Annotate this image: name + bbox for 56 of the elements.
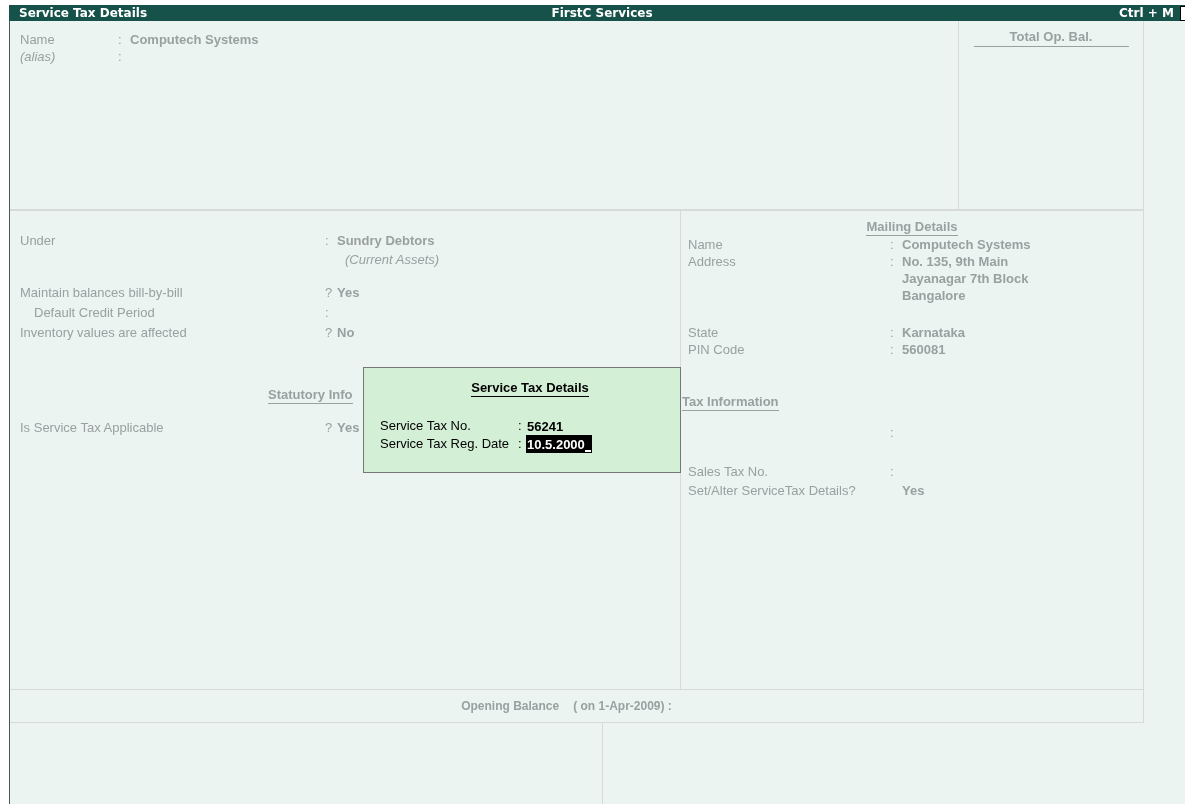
field-label: Service Tax Reg. Date xyxy=(380,435,511,453)
field-value: Yes xyxy=(337,419,360,437)
field-label: Sales Tax No. xyxy=(688,463,768,481)
field-value: Sundry Debtors xyxy=(337,232,435,250)
field-label: Name xyxy=(20,31,55,48)
field-label: Address xyxy=(688,253,736,271)
field-value: No xyxy=(337,324,355,342)
separator: : xyxy=(890,236,894,253)
field-value: Jayanagar 7th Block xyxy=(902,270,1029,287)
field-label: Inventory values are affected xyxy=(20,324,187,342)
separator: : xyxy=(890,324,894,341)
field-value: Computech Systems xyxy=(130,31,259,48)
separator: : xyxy=(325,232,329,250)
field-value: Yes xyxy=(337,284,360,302)
separator: : xyxy=(518,435,523,453)
field-value: No. 135, 9th Main xyxy=(902,253,1009,270)
field-label: Default Credit Period xyxy=(33,304,155,322)
opening-balance-label: Opening Balance xyxy=(461,699,560,713)
field-label: Maintain balances bill-by-bill xyxy=(20,284,183,302)
field-value: 560081 xyxy=(902,341,946,358)
field-value: Karnataka xyxy=(902,324,965,341)
separator: : xyxy=(890,341,894,358)
field-label: Service Tax No. xyxy=(380,417,472,435)
separator: : xyxy=(890,253,894,271)
section-heading: Statutory Info xyxy=(268,387,353,404)
section-heading: Mailing Details xyxy=(866,219,958,236)
separator: : xyxy=(118,31,122,48)
field-label: Under xyxy=(20,232,56,250)
input-field[interactable]: 10.5.2000 xyxy=(526,435,592,453)
field-value: Bangalore xyxy=(902,287,966,304)
field-label: (alias) xyxy=(20,48,56,65)
separator: : xyxy=(325,304,329,322)
separator: ? xyxy=(325,419,333,437)
field-label: Name xyxy=(688,236,723,253)
separator: ? xyxy=(325,284,333,302)
field-value: Computech Systems xyxy=(902,236,1031,253)
group-parent: (Current Assets) xyxy=(344,251,440,269)
edge-marker-icon xyxy=(1180,5,1185,21)
dialog-title: Service Tax Details xyxy=(471,380,589,397)
shortcut-hint: Ctrl + M xyxy=(1119,6,1174,20)
separator: : xyxy=(890,463,894,481)
opening-balance-date: ( on 1-Apr-2009) : xyxy=(573,699,672,713)
separator: : xyxy=(518,417,523,435)
company-name: FirstC Services xyxy=(551,6,653,20)
column-heading: Total Op. Bal. xyxy=(973,29,1129,47)
separator: ? xyxy=(325,324,333,342)
field-label: PIN Code xyxy=(688,341,745,358)
separator: : xyxy=(118,48,122,65)
field-label: State xyxy=(688,324,719,341)
field-label: Set/Alter ServiceTax Details? xyxy=(688,482,856,500)
field-value: Yes xyxy=(902,482,925,500)
separator: : xyxy=(890,424,894,442)
field-label: Is Service Tax Applicable xyxy=(20,419,164,437)
window-title: Service Tax Details xyxy=(19,6,149,20)
input-field[interactable]: 56241 xyxy=(526,417,565,435)
section-heading: Tax Information xyxy=(682,394,779,411)
